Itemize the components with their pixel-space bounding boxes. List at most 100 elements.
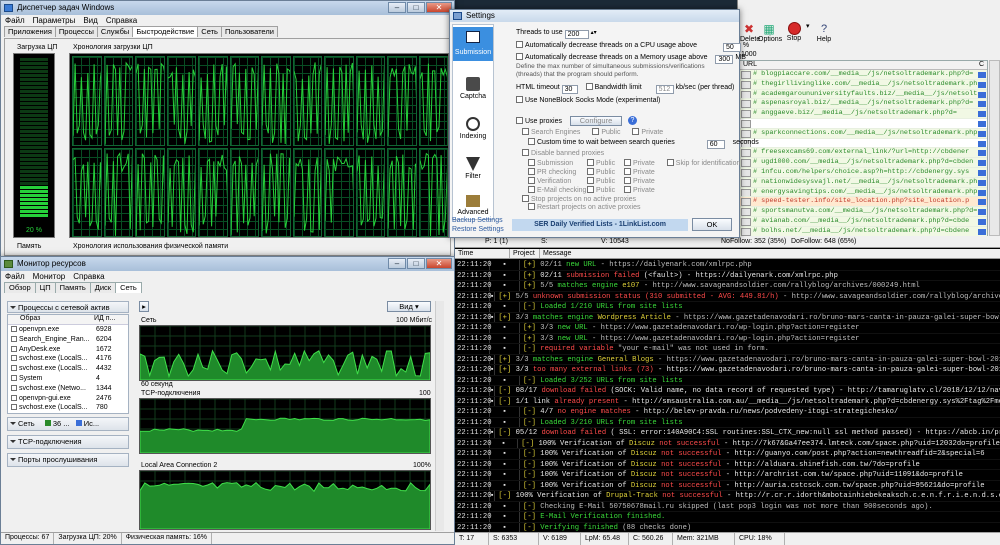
log-row[interactable]: 22:11:20 ▪ [-] Checking E-Mail 50750678mai…: [455, 501, 1000, 512]
use-proxies-checkbox[interactable]: [516, 117, 523, 124]
submission-checkbox[interactable]: [528, 159, 535, 166]
backup-settings-link[interactable]: Backup Settings: [452, 217, 503, 224]
url-scrollbar[interactable]: [989, 60, 1000, 236]
custom-time-input[interactable]: 60: [706, 140, 725, 149]
col-image-header[interactable]: Образ: [8, 315, 94, 324]
nav-advanced[interactable]: Advanced: [453, 195, 493, 216]
maximize-button[interactable]: □: [407, 2, 425, 13]
log-row[interactable]: 22:11:20 ▪ [-] Verifying finished (88 chec…: [455, 522, 1000, 532]
process-checkbox[interactable]: [11, 374, 17, 381]
log-row[interactable]: 22:11:20 ▪ [+] 5/5 matches engine e107 - h…: [455, 281, 1000, 292]
process-row[interactable]: openvpn.exe 6928: [8, 325, 128, 335]
skip-ident-checkbox[interactable]: [666, 159, 674, 166]
rm-menu-help[interactable]: Справка: [73, 271, 104, 282]
log-row[interactable]: 22:11:20 ▪ [-] E-Mail Verification finishe…: [455, 512, 1000, 523]
tab-processes[interactable]: Процессы: [54, 26, 98, 37]
log-row[interactable]: 22:11:20 ▪ [-] 4/7 no engine matches - htt…: [455, 407, 1000, 418]
verification-private-checkbox[interactable]: [624, 177, 631, 184]
url-row[interactable]: # avianab.com/__media__/js/netsoltradema…: [739, 216, 987, 227]
log-col-message[interactable]: Message: [540, 249, 571, 258]
log-col-time[interactable]: Time: [455, 249, 510, 258]
process-row[interactable]: openvpn-gui.exe 2476: [8, 394, 128, 404]
process-checkbox[interactable]: [11, 365, 17, 372]
rm-tab-overview[interactable]: Обзор: [4, 282, 36, 293]
custom-time-checkbox[interactable]: [528, 138, 535, 145]
email-checking-public-checkbox[interactable]: [587, 186, 594, 193]
log-row[interactable]: 22:11:20 ▪ [+] 3/3 too many external links…: [455, 365, 1000, 376]
menu-file[interactable]: Файл: [5, 15, 25, 26]
url-row[interactable]: [739, 119, 987, 129]
rm-menu-monitor[interactable]: Монитор: [33, 271, 66, 282]
rm-close-button[interactable]: ✕: [426, 258, 452, 269]
network-section[interactable]: Сеть 36 ... Ис...: [7, 417, 129, 431]
tab-services[interactable]: Службы: [96, 26, 134, 37]
bandwidth-checkbox[interactable]: [585, 83, 593, 90]
log-row[interactable]: 22:11:20 ▪ [-] Loaded 3/252 URLs from site…: [455, 375, 1000, 386]
c-col-header[interactable]: C: [979, 61, 984, 69]
rm-minimize-button[interactable]: –: [388, 258, 406, 269]
help-info-icon[interactable]: ?: [628, 116, 637, 125]
url-row[interactable]: # energysavingtips.com/__media__/js/nets…: [739, 187, 987, 198]
log-row[interactable]: 22:11:20 ▪ [-] 100% Verification of Discuz…: [455, 449, 1000, 460]
configure-button[interactable]: Configure: [570, 116, 622, 126]
ports-section[interactable]: Порты прослушивания: [7, 453, 129, 467]
delete-button[interactable]: ✖ Delete: [740, 22, 760, 43]
rm-tab-disk[interactable]: Диск: [89, 282, 117, 293]
url-col-header[interactable]: URL: [739, 61, 979, 69]
url-row[interactable]: # blogpiaccare.com/__media__/js/netsoltr…: [739, 70, 987, 80]
se-private-checkbox[interactable]: [632, 128, 640, 135]
log-row[interactable]: 22:11:20 ▪ [+] 3/3 matches engine Wordpres…: [455, 312, 1000, 323]
process-row[interactable]: svchost.exe (Netwo... 1344: [8, 384, 128, 394]
process-checkbox[interactable]: [11, 355, 17, 362]
nonblock-checkbox[interactable]: [516, 96, 523, 103]
rm-maximize-button[interactable]: □: [407, 258, 425, 269]
log-row[interactable]: 22:11:20 ▪ [+] 5/5 unknown submission stat…: [455, 291, 1000, 302]
url-row[interactable]: # 1nfcu.com/helpers/choice.asp?h=http://…: [739, 167, 987, 178]
rm-tab-memory[interactable]: Память: [54, 282, 91, 293]
url-row[interactable]: # sparkconnections.com/__media__/js/nets…: [739, 128, 987, 139]
process-row[interactable]: Search_Engine_Ran... 6204: [8, 335, 128, 345]
task-manager-titlebar[interactable]: Диспетчер задач Windows – □ ✕: [1, 1, 454, 15]
log-row[interactable]: 22:11:20 ▪ [-] 100% Verification of Discuz…: [455, 470, 1000, 481]
log-row[interactable]: 22:11:20 ▪ [-] 100% Verification of Discuz…: [455, 480, 1000, 491]
url-row[interactable]: # aspenasroyal.biz/__media__/js/netsoltr…: [739, 99, 987, 110]
log-col-project[interactable]: Project: [510, 249, 540, 258]
email-checking-checkbox[interactable]: [528, 186, 535, 193]
log-row[interactable]: 22:11:20 ▪ [-] required variable "your e-m…: [455, 344, 1000, 355]
menu-options[interactable]: Параметры: [33, 15, 76, 26]
disable-banned-checkbox[interactable]: [522, 149, 529, 156]
collapse-arrow-icon[interactable]: ▸: [139, 301, 149, 312]
pr-checking-private-checkbox[interactable]: [624, 168, 631, 175]
search-engines-checkbox[interactable]: [522, 128, 529, 135]
log-row[interactable]: 22:11:20 ▪ [-] Loaded 3/210 URLs from site…: [455, 417, 1000, 428]
process-checkbox[interactable]: [11, 394, 17, 401]
tcp-section[interactable]: TCP-подключения: [7, 435, 129, 449]
nav-filter[interactable]: Filter: [453, 157, 493, 180]
rm-tab-cpu[interactable]: ЦП: [34, 282, 56, 293]
url-row[interactable]: # speed-tester.info/site_location.php?si…: [739, 197, 987, 208]
ok-button[interactable]: OK: [692, 218, 732, 231]
stop-button[interactable]: Stop: [782, 22, 806, 42]
url-row[interactable]: # nationwidesysvajl.net/__media__/js/net…: [739, 177, 987, 188]
restore-settings-link[interactable]: Restore Settings: [452, 226, 504, 233]
email-checking-private-checkbox[interactable]: [624, 186, 631, 193]
log-row[interactable]: 22:11:20 ▪ [-] 08/17 download failed (SOCK…: [455, 386, 1000, 397]
options-button[interactable]: ▦ Options: [758, 22, 782, 43]
process-checkbox[interactable]: [11, 404, 17, 411]
log-row[interactable]: 22:11:20 ▪ [-] 1/1 link already present - …: [455, 396, 1000, 407]
process-checkbox[interactable]: [11, 345, 17, 352]
nav-indexing[interactable]: Indexing: [453, 117, 493, 140]
url-row[interactable]: # sportsmanutva.com/__media__/js/netsolt…: [739, 207, 987, 217]
tab-performance[interactable]: Быстродействие: [132, 26, 199, 37]
col-pid-header[interactable]: ИД п...: [94, 315, 115, 324]
rm-menu-file[interactable]: Файл: [5, 271, 25, 282]
processes-network-section[interactable]: Процессы с сетевой актив: [7, 301, 129, 313]
process-checkbox[interactable]: [11, 384, 17, 391]
log-row[interactable]: 22:11:20 ▪ [-] 100% Verification of Discuz…: [455, 459, 1000, 470]
menu-help[interactable]: Справка: [106, 15, 137, 26]
banner-link[interactable]: SER Daily Verified Lists - 1LinkList.com: [512, 219, 688, 231]
process-checkbox[interactable]: [11, 326, 17, 332]
nav-captcha[interactable]: Captcha: [453, 77, 493, 100]
process-checkbox[interactable]: [11, 335, 17, 342]
verification-checkbox[interactable]: [528, 177, 535, 184]
